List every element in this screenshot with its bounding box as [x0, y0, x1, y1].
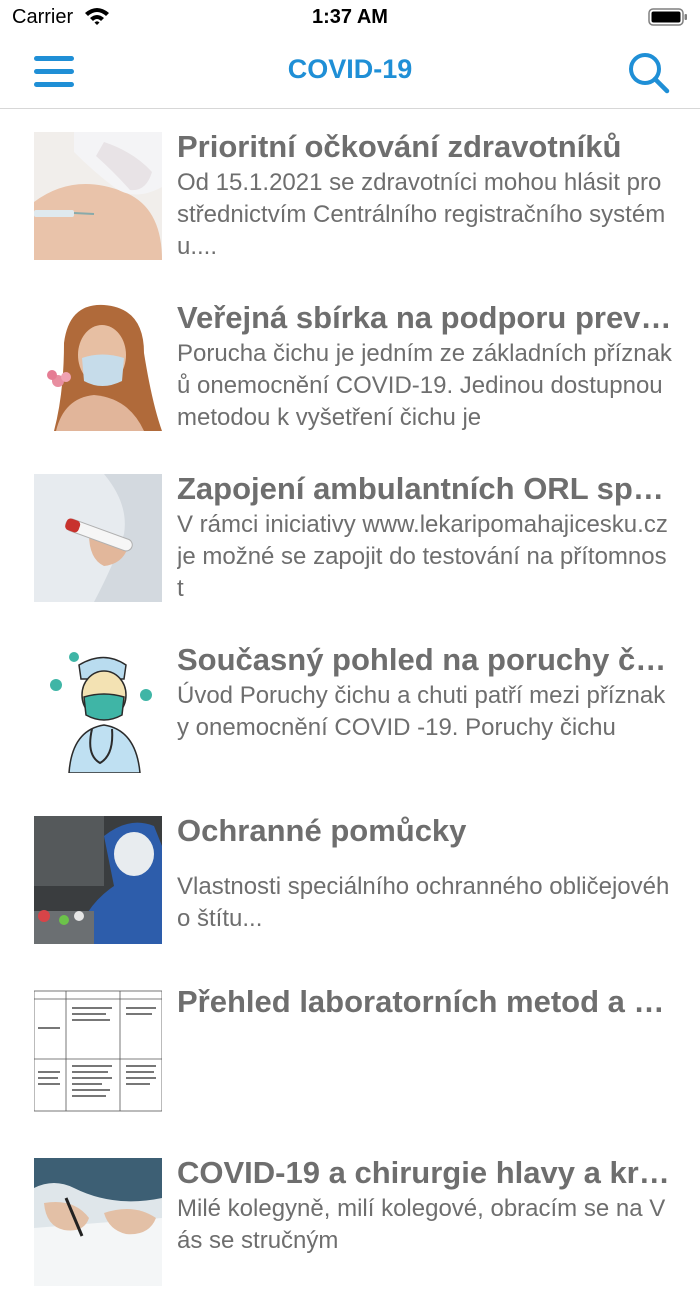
- article-title: Přehled laboratorních metod a jejich: [177, 984, 672, 1019]
- article-title: Zapojení ambulantních ORL specialistů: [177, 471, 672, 506]
- page-title: COVID-19: [287, 54, 413, 84]
- navigation-bar: COVID-19: [0, 36, 700, 109]
- battery-icon: [648, 8, 688, 26]
- article-excerpt: Úvod Poruchy čichu a chuti patří mezi př…: [177, 682, 666, 741]
- clock-label: 1:37 AM: [312, 6, 388, 28]
- woman-mask-flower-photo-thumbnail: [34, 303, 162, 431]
- article-list: Prioritní očkování zdravotníků Od 15.1.2…: [0, 109, 700, 1306]
- search-icon[interactable]: [626, 50, 672, 96]
- article-row[interactable]: COVID-19 a chirurgie hlavy a krku Milé k…: [0, 1135, 700, 1306]
- article-excerpt: V rámci iniciativy www.lekaripomahajices…: [177, 511, 668, 602]
- article-excerpt: Milé kolegyně, milí kolegové, obracím se…: [177, 1195, 666, 1254]
- article-excerpt: Porucha čichu je jedním ze základních př…: [177, 340, 672, 431]
- article-row[interactable]: Veřejná sbírka na podporu prevence Poruc…: [0, 280, 700, 451]
- article-excerpt: Od 15.1.2021 se zdravotníci mohou hlásit…: [177, 169, 666, 260]
- doctor-illustration-thumbnail: [34, 645, 162, 773]
- article-row[interactable]: Současný pohled na poruchy čichu Úvod Po…: [0, 622, 700, 793]
- article-title: Současný pohled na poruchy čichu: [177, 642, 672, 677]
- article-row[interactable]: Prioritní očkování zdravotníků Od 15.1.2…: [0, 109, 700, 280]
- test-tube-photo-thumbnail: [34, 474, 162, 602]
- article-row[interactable]: Zapojení ambulantních ORL specialistů V …: [0, 451, 700, 622]
- article-row[interactable]: Přehled laboratorních metod a jejich: [0, 964, 700, 1135]
- article-title: Prioritní očkování zdravotníků: [177, 129, 622, 164]
- article-title: Ochranné pomůcky: [177, 813, 467, 848]
- article-row[interactable]: Ochranné pomůcky Vlastnosti speciálního …: [0, 793, 700, 964]
- article-excerpt: Vlastnosti speciálního ochranného obliče…: [177, 873, 670, 932]
- article-title: COVID-19 a chirurgie hlavy a krku: [177, 1155, 672, 1190]
- laboratory-photo-thumbnail: [34, 816, 162, 944]
- vaccination-photo-thumbnail: [34, 132, 162, 260]
- article-title: Veřejná sbírka na podporu prevence: [177, 300, 672, 335]
- writing-hands-photo-thumbnail: [34, 1158, 162, 1286]
- status-bar: Carrier 1:37 AM: [0, 0, 700, 36]
- document-table-image-thumbnail: [34, 987, 162, 1115]
